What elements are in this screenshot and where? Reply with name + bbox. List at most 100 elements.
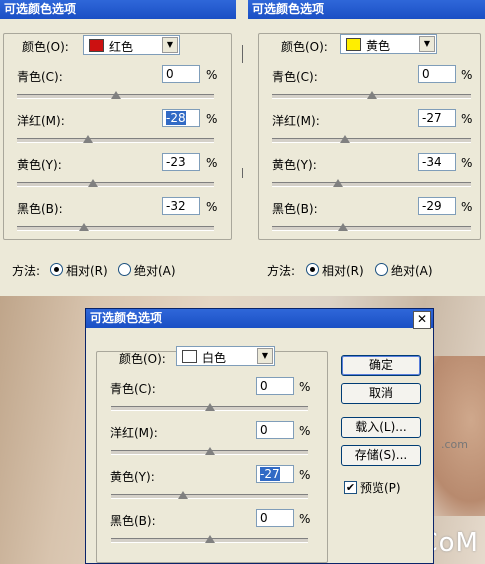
slider-thumb[interactable] [339,135,350,143]
percent-sign: % [299,424,311,438]
percent-sign: % [299,468,311,482]
cyan-slider[interactable] [17,91,214,99]
magenta-slider[interactable] [111,447,308,455]
percent-sign: % [461,68,473,82]
magenta-slider[interactable] [272,135,471,143]
small-watermark: .com [441,438,468,451]
method-absolute-label[interactable]: 绝对(A) [134,262,176,279]
black-input[interactable]: -32 [162,197,200,215]
method-relative-radio[interactable] [50,263,63,276]
magenta-label: 洋红(M): [110,426,158,440]
colors-label: 颜色(O): [119,352,166,366]
color-select-value: 白色 [202,351,227,365]
cyan-input[interactable]: 0 [256,377,294,395]
slider-thumb[interactable] [332,179,343,187]
color-swatch [89,39,104,52]
magenta-input[interactable]: -27 [418,109,456,127]
slider-thumb[interactable] [177,491,188,499]
method-absolute-label[interactable]: 绝对(A) [391,262,433,279]
yellow-label: 黄色(Y): [110,470,155,484]
method-relative-label[interactable]: 相对(R) [66,262,108,279]
magenta-label: 洋红(M): [272,114,320,128]
chevron-down-icon[interactable]: ▼ [257,348,273,364]
cancel-button[interactable]: 取消 [341,383,421,404]
yellow-label: 黄色(Y): [17,158,62,172]
dialog-yellow: 可选颜色选项 颜色(O): 黄色 ▼ 青色(C): 0 % 洋红(M): -27… [248,0,485,296]
color-swatch [182,350,197,363]
close-icon[interactable]: ✕ [413,311,431,329]
percent-sign: % [206,68,218,82]
preview-checkbox[interactable]: ✔ [344,481,357,494]
yellow-input[interactable]: -27 [256,465,294,483]
dialog-title: 可选颜色选项 [248,0,485,19]
color-select[interactable]: 白色 ▼ [176,346,275,366]
slider-thumb[interactable] [366,91,377,99]
cyan-slider[interactable] [111,403,308,411]
magenta-input[interactable]: 0 [256,421,294,439]
slider-thumb[interactable] [337,223,348,231]
cyan-slider[interactable] [272,91,471,99]
slider-thumb[interactable] [204,535,215,543]
colors-label: 颜色(O): [281,40,328,54]
load-button[interactable]: 载入(L)... [341,417,421,438]
black-input[interactable]: 0 [256,509,294,527]
percent-sign: % [299,512,311,526]
slider-thumb[interactable] [87,179,98,187]
method-relative-radio[interactable] [306,263,319,276]
color-select-value: 黄色 [366,39,391,53]
dialog-title: 可选颜色选项 [86,309,433,328]
percent-sign: % [461,200,473,214]
black-slider[interactable] [272,223,471,231]
magenta-slider[interactable] [17,135,214,143]
percent-sign: % [206,156,218,170]
method-label: 方法: [267,264,296,278]
percent-sign: % [299,380,311,394]
save-button[interactable]: 存储(S)... [341,445,421,466]
magenta-input[interactable]: -28 [162,109,200,127]
percent-sign: % [461,156,473,170]
black-label: 黑色(B): [272,202,318,216]
cyan-label: 青色(C): [110,382,156,396]
dialog-white: 可选颜色选项 ✕ 颜色(O): 白色 ▼ 青色(C): 0 % 洋红(M): 0… [85,308,434,564]
color-select[interactable]: 黄色 ▼ [340,34,437,54]
slider-thumb[interactable] [110,91,121,99]
black-input[interactable]: -29 [418,197,456,215]
slider-thumb[interactable] [78,223,89,231]
slider-thumb[interactable] [204,403,215,411]
percent-sign: % [206,200,218,214]
cyan-label: 青色(C): [272,70,318,84]
black-slider[interactable] [17,223,214,231]
dialog-title: 可选颜色选项 [0,0,236,19]
method-absolute-radio[interactable] [375,263,388,276]
color-swatch [346,38,361,51]
method-absolute-radio[interactable] [118,263,131,276]
cyan-input[interactable]: 0 [162,65,200,83]
yellow-slider[interactable] [17,179,214,187]
yellow-input[interactable]: -34 [418,153,456,171]
cyan-input[interactable]: 0 [418,65,456,83]
black-label: 黑色(B): [110,514,156,528]
slider-thumb[interactable] [82,135,93,143]
method-label: 方法: [12,264,41,278]
chevron-down-icon[interactable]: ▼ [419,36,435,52]
yellow-label: 黄色(Y): [272,158,317,172]
preview-label[interactable]: 预览(P) [360,479,401,496]
color-select-value: 红色 [109,40,134,54]
ok-button[interactable]: 确定 [341,355,421,376]
magenta-label: 洋红(M): [17,114,65,128]
dialog-red: 可选颜色选项 颜色(O): 红色 ▼ 青色(C): 0 % 洋红(M): -28… [0,0,236,296]
percent-sign: % [206,112,218,126]
method-relative-label[interactable]: 相对(R) [322,262,364,279]
yellow-slider[interactable] [111,491,308,499]
color-select[interactable]: 红色 ▼ [83,35,180,55]
chevron-down-icon[interactable]: ▼ [162,37,178,53]
colors-label: 颜色(O): [22,40,69,54]
black-slider[interactable] [111,535,308,543]
black-label: 黑色(B): [17,202,63,216]
panel-divider [236,0,248,296]
yellow-slider[interactable] [272,179,471,187]
yellow-input[interactable]: -23 [162,153,200,171]
percent-sign: % [461,112,473,126]
cyan-label: 青色(C): [17,70,63,84]
slider-thumb[interactable] [204,447,215,455]
